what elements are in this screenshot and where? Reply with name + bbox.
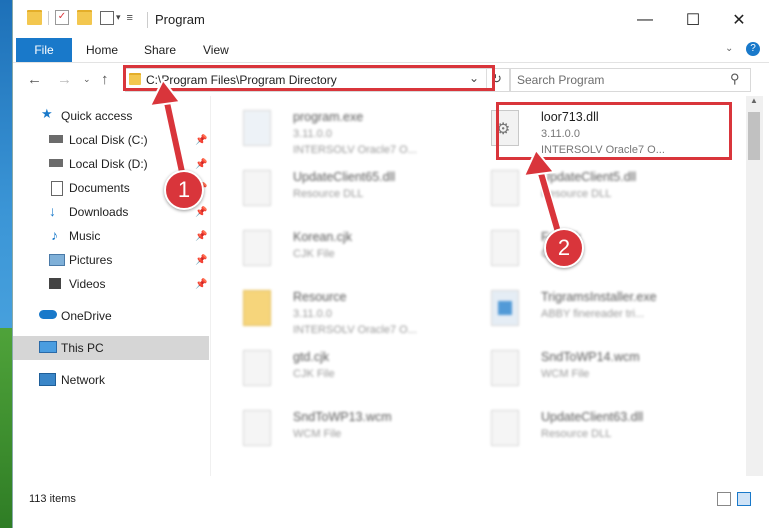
callout-badge-1: 1	[164, 170, 204, 210]
callout-badge-2: 2	[544, 228, 584, 268]
arrow-1	[148, 78, 187, 173]
annotation-overlay	[148, 78, 563, 234]
arrow-2	[522, 148, 563, 234]
